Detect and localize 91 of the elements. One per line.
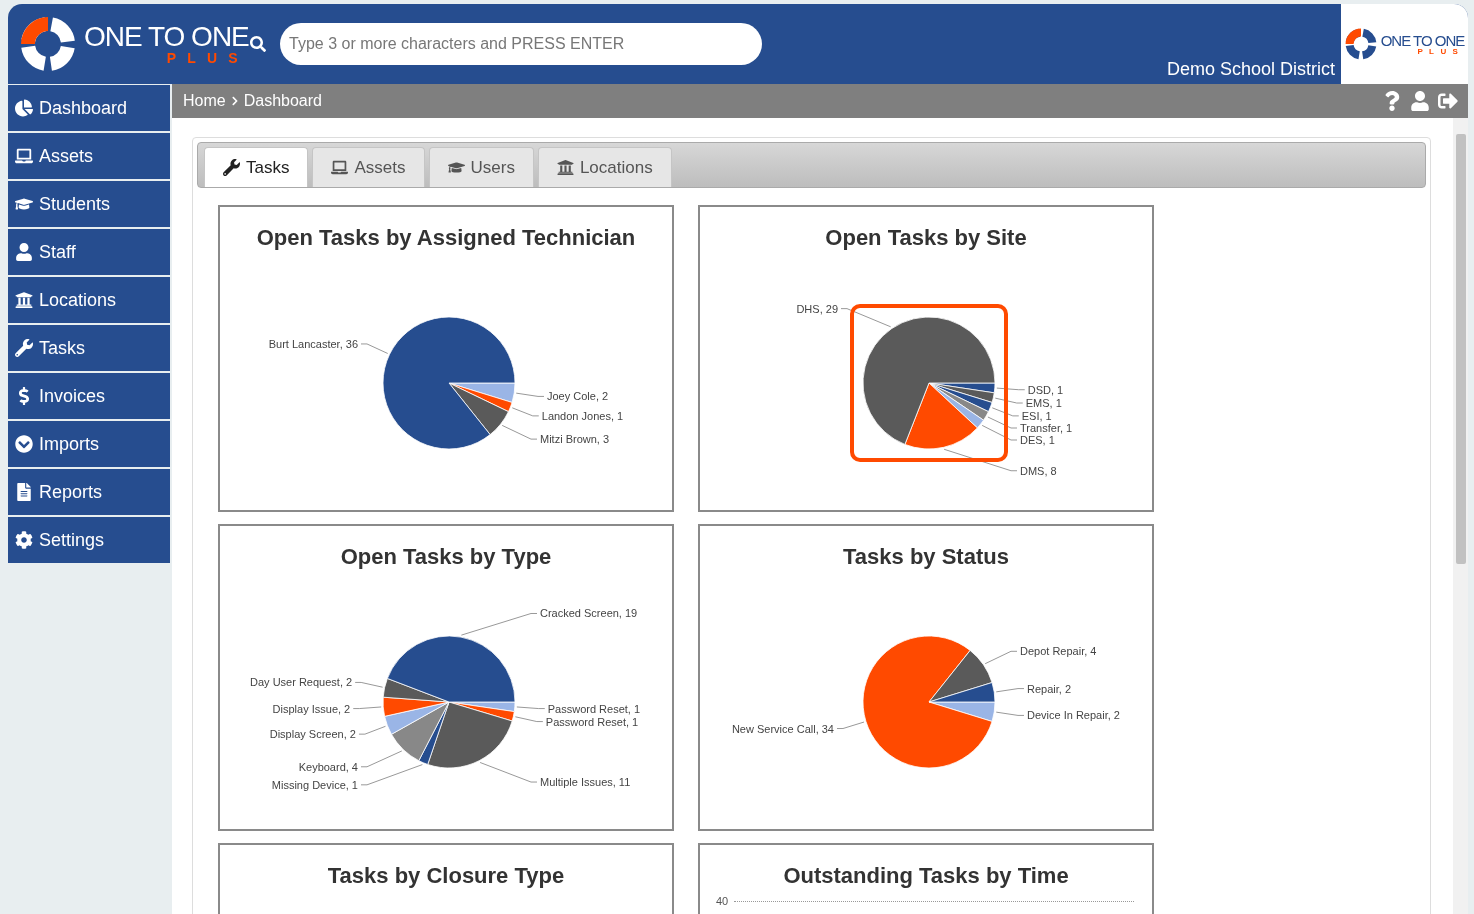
axis-tick-label: 40: [716, 895, 729, 907]
chart-title: Open Tasks by Site: [825, 225, 1027, 251]
slice-label: Repair, 2: [1027, 682, 1072, 695]
scrollbar[interactable]: [1453, 118, 1468, 914]
slice-label: Display Issue, 2: [272, 702, 351, 715]
leader-line: [840, 308, 892, 328]
slice-label: Depot Repair, 4: [1020, 645, 1097, 658]
tab[interactable]: Assets: [312, 147, 425, 187]
slice-label: DHS, 29: [796, 302, 838, 315]
sidebar-item[interactable]: Reports: [8, 469, 170, 515]
leader-line: [354, 681, 384, 688]
slice-label: Cracked Screen, 19: [540, 607, 638, 620]
leader-line: [994, 397, 1024, 404]
leader-line: [991, 407, 1020, 417]
logo-tagline: PLUS: [1417, 47, 1465, 56]
chart-title: Outstanding Tasks by Time: [783, 863, 1069, 889]
leader-line: [501, 424, 538, 440]
slice-label: New Service Call, 34: [731, 722, 834, 735]
leader-line: [984, 650, 1018, 665]
search-icon: [250, 36, 266, 52]
slice-label: DMS, 8: [1020, 464, 1057, 477]
search-field[interactable]: Type 3 or more characters and PRESS ENTER: [280, 23, 762, 65]
chevron-icon: [229, 96, 240, 106]
slice-label: ESI, 1: [1021, 409, 1052, 422]
district-name: Demo School District: [1166, 59, 1335, 80]
logo-icon: [20, 16, 76, 72]
logo-name: ONE TO ONE: [1380, 32, 1465, 48]
sidebar-item[interactable]: Assets: [8, 133, 170, 179]
settings-icon: [15, 531, 33, 549]
leader-line: [360, 343, 389, 354]
breadcrumb-link[interactable]: Home: [183, 92, 226, 110]
slice-label: Transfer, 1: [1020, 422, 1073, 434]
leader-line: [995, 688, 1025, 693]
tab[interactable]: Locations: [537, 147, 672, 187]
slice-label: Multiple Issues, 11: [540, 776, 631, 789]
sidebar-item[interactable]: Settings: [8, 517, 170, 563]
leader-line: [981, 424, 1018, 441]
leader-line: [479, 762, 538, 783]
slice-label: Display Screen, 2: [269, 728, 356, 741]
leader-line: [515, 392, 545, 397]
wrench-icon: [15, 339, 33, 357]
leader-line: [995, 711, 1025, 716]
slice-label: Keyboard, 4: [298, 760, 358, 773]
leader-line: [514, 716, 544, 723]
slice-label: Device In Repair, 2: [1027, 709, 1120, 722]
logo-tagline: PLUS: [166, 51, 249, 65]
laptop-icon: [15, 147, 33, 165]
slice-label: Joey Cole, 2: [547, 390, 609, 403]
logo-name: ONE TO ONE: [84, 23, 249, 51]
slice-label: DSD, 1: [1027, 383, 1064, 396]
slice-label: DES, 1: [1020, 434, 1055, 446]
leader-line: [358, 725, 386, 735]
slice-label: Missing Device, 1: [271, 778, 358, 791]
leader-line: [996, 387, 1026, 391]
leader-line: [352, 706, 382, 710]
leader-line: [511, 407, 540, 417]
chart-title: Open Tasks by Assigned Technician: [256, 225, 636, 251]
building-icon: [556, 159, 574, 176]
profile-button[interactable]: [1410, 91, 1430, 111]
chart-title: Tasks by Closure Type: [327, 863, 565, 889]
pie-chart-icon: [15, 99, 33, 117]
user-icon: [15, 243, 33, 261]
building-icon: [15, 291, 33, 309]
graduation-cap-icon: [447, 159, 465, 176]
sidebar-item[interactable]: Dashboard: [8, 85, 170, 131]
sidebar-item[interactable]: Imports: [8, 421, 170, 467]
slice-label: Landon Jones, 1: [541, 409, 624, 422]
sidebar-item[interactable]: Tasks: [8, 325, 170, 371]
wrench-icon: [223, 159, 240, 176]
slice-label: Password Reset, 1: [545, 715, 639, 728]
slice-label: Burt Lancaster, 36: [268, 337, 358, 350]
slice-label: EMS, 1: [1025, 397, 1062, 410]
sidebar-item[interactable]: Students: [8, 181, 170, 227]
slice-label: Day User Request, 2: [250, 676, 353, 689]
slice-label: Password Reset, 1: [547, 702, 641, 715]
tab[interactable]: Users: [428, 147, 534, 187]
laptop-icon: [331, 159, 349, 176]
sidebar-item[interactable]: Staff: [8, 229, 170, 275]
logout-button[interactable]: [1438, 91, 1458, 111]
leader-line: [987, 416, 1018, 429]
tab[interactable]: Tasks: [204, 147, 309, 187]
sidebar-item[interactable]: Invoices: [8, 373, 170, 419]
logo-icon: [1344, 28, 1377, 60]
breadcrumb-link[interactable]: Dashboard: [243, 92, 322, 110]
chart-title: Open Tasks by Type: [340, 544, 552, 570]
sidebar-item[interactable]: Locations: [8, 277, 170, 323]
leader-line: [516, 706, 546, 710]
slice-label: Mitzi Brown, 3: [540, 433, 610, 446]
document-icon: [15, 483, 33, 501]
chart-title: Tasks by Status: [843, 544, 1009, 570]
leader-line: [836, 721, 865, 730]
